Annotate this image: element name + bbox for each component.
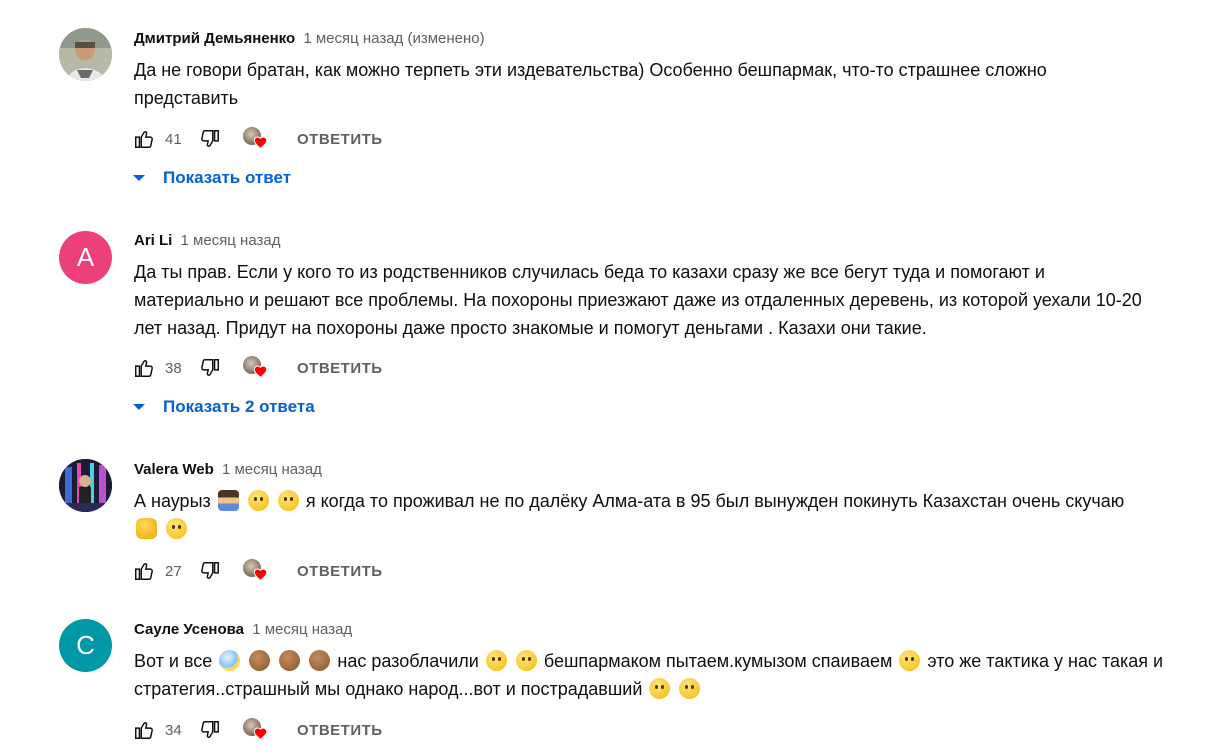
comment-text-line: Да не говори братан, как можно терпеть э…	[134, 60, 1047, 80]
comment-actions: 38 ОТВЕТИТЬ	[132, 356, 383, 380]
author-name[interactable]: Сауле Усенова	[134, 621, 244, 638]
creator-heart-badge	[243, 355, 269, 381]
nerd-face-emoji-icon	[899, 650, 921, 671]
comment-text-line: представить	[134, 88, 239, 108]
dislike-icon[interactable]	[198, 356, 222, 380]
comment-header: Дмитрий Демьяненко 1 месяц назад (измене…	[134, 29, 485, 49]
like-count: 38	[165, 359, 182, 377]
comment-time[interactable]: 1 месяц назад (изменено)	[303, 30, 484, 47]
heart-icon	[253, 727, 268, 740]
comment-text-line: лет назад. Придут на похороны даже прост…	[134, 318, 927, 338]
reply-button[interactable]: ОТВЕТИТЬ	[297, 360, 383, 377]
smiling-face-emoji-icon	[166, 518, 188, 539]
person-shrugging-emoji-icon	[217, 490, 239, 511]
heart-icon	[253, 365, 268, 378]
comment-text-line: А наурыз я когда то проживал не по далёк…	[134, 487, 1209, 515]
dislike-icon[interactable]	[198, 127, 222, 151]
see-no-evil-monkey-emoji-icon	[279, 650, 301, 671]
comment-actions: 41 ОТВЕТИТЬ	[132, 127, 383, 151]
text-fragment: нас разоблачили	[337, 651, 479, 671]
text-fragment: Вот и все	[134, 651, 213, 671]
avatar[interactable]: A	[59, 231, 112, 284]
rofl-emoji-icon	[649, 678, 671, 699]
creator-heart-badge	[243, 558, 269, 584]
comment-time[interactable]: 1 месяц назад	[222, 461, 322, 478]
like-icon[interactable]	[132, 559, 156, 583]
show-replies-label: Показать ответ	[163, 168, 292, 187]
comment-text-line	[134, 515, 1209, 543]
text-fragment: стратегия..страшный мы однако народ...во…	[134, 679, 643, 699]
comment-text: Вот и все нас разоблачили бешпармаком пы…	[134, 647, 1209, 703]
comment-time[interactable]: 1 месяц назад	[252, 621, 352, 638]
comment-text: Да не говори братан, как можно терпеть э…	[134, 56, 1209, 112]
caret-down-icon	[133, 175, 145, 181]
avatar[interactable]	[59, 459, 112, 512]
like-icon[interactable]	[132, 718, 156, 742]
like-icon[interactable]	[132, 127, 156, 151]
heart-icon	[253, 568, 268, 581]
comment-actions: 34 ОТВЕТИТЬ	[132, 718, 383, 742]
show-replies-button[interactable]: Показать ответ	[132, 168, 291, 188]
comment-actions: 27 ОТВЕТИТЬ	[132, 559, 383, 583]
heart-icon	[253, 136, 268, 149]
rofl-emoji-icon	[679, 678, 701, 699]
screaming-face-emoji-icon	[219, 650, 241, 671]
author-name[interactable]: Дмитрий Демьяненко	[134, 30, 295, 47]
text-fragment: бешпармаком пытаем.кумызом спаиваем	[543, 651, 893, 671]
like-count: 41	[165, 130, 182, 148]
comment-text-line: Да ты прав. Если у кого то из родственни…	[134, 262, 1045, 282]
avatar[interactable]: С	[59, 619, 112, 672]
comments-section: Дмитрий Демьяненко 1 месяц назад (измене…	[0, 0, 1211, 754]
dislike-icon[interactable]	[198, 718, 222, 742]
text-fragment: это же тактика у нас такая и	[927, 651, 1164, 671]
show-replies-label: Показать 2 ответа	[163, 397, 315, 416]
like-count: 34	[165, 721, 182, 739]
creator-heart-badge	[243, 126, 269, 152]
reply-button[interactable]: ОТВЕТИТЬ	[297, 131, 383, 148]
comment-text: А наурыз я когда то проживал не по далёк…	[134, 487, 1209, 543]
avatar[interactable]	[59, 28, 112, 81]
see-no-evil-monkey-emoji-icon	[249, 650, 271, 671]
caret-down-icon	[133, 404, 145, 410]
author-name[interactable]: Valera Web	[134, 461, 214, 478]
grinning-sweat-emoji-icon	[277, 490, 299, 511]
comment-text: Да ты прав. Если у кого то из родственни…	[134, 258, 1209, 342]
comment-header: Сауле Усенова 1 месяц назад	[134, 620, 352, 640]
reply-button[interactable]: ОТВЕТИТЬ	[297, 563, 383, 580]
rofl-emoji-icon	[485, 650, 507, 671]
like-count: 27	[165, 562, 182, 580]
comment-time[interactable]: 1 месяц назад	[181, 232, 281, 249]
text-fragment: А наурыз	[134, 491, 211, 511]
like-icon[interactable]	[132, 356, 156, 380]
avatar-letter: С	[76, 630, 95, 660]
raised-fist-emoji-icon	[136, 518, 157, 539]
reply-button[interactable]: ОТВЕТИТЬ	[297, 722, 383, 739]
comment-text-line: материально и решают все проблемы. На по…	[134, 290, 1142, 310]
shushing-face-emoji-icon	[247, 490, 269, 511]
comment-text-line: Вот и все нас разоблачили бешпармаком пы…	[134, 647, 1209, 675]
comment-header: Ari Li 1 месяц назад	[134, 231, 281, 251]
text-fragment: я когда то проживал не по далёку Алма-ат…	[305, 491, 1125, 511]
see-no-evil-monkey-emoji-icon	[309, 650, 331, 671]
comment-header: Valera Web 1 месяц назад	[134, 460, 322, 480]
rofl-emoji-icon	[515, 650, 537, 671]
avatar-letter: A	[76, 242, 95, 272]
dislike-icon[interactable]	[198, 559, 222, 583]
creator-heart-badge	[243, 717, 269, 743]
comment-text-line: стратегия..страшный мы однако народ...во…	[134, 675, 1209, 703]
author-name[interactable]: Ari Li	[134, 232, 172, 249]
show-replies-button[interactable]: Показать 2 ответа	[132, 397, 315, 417]
